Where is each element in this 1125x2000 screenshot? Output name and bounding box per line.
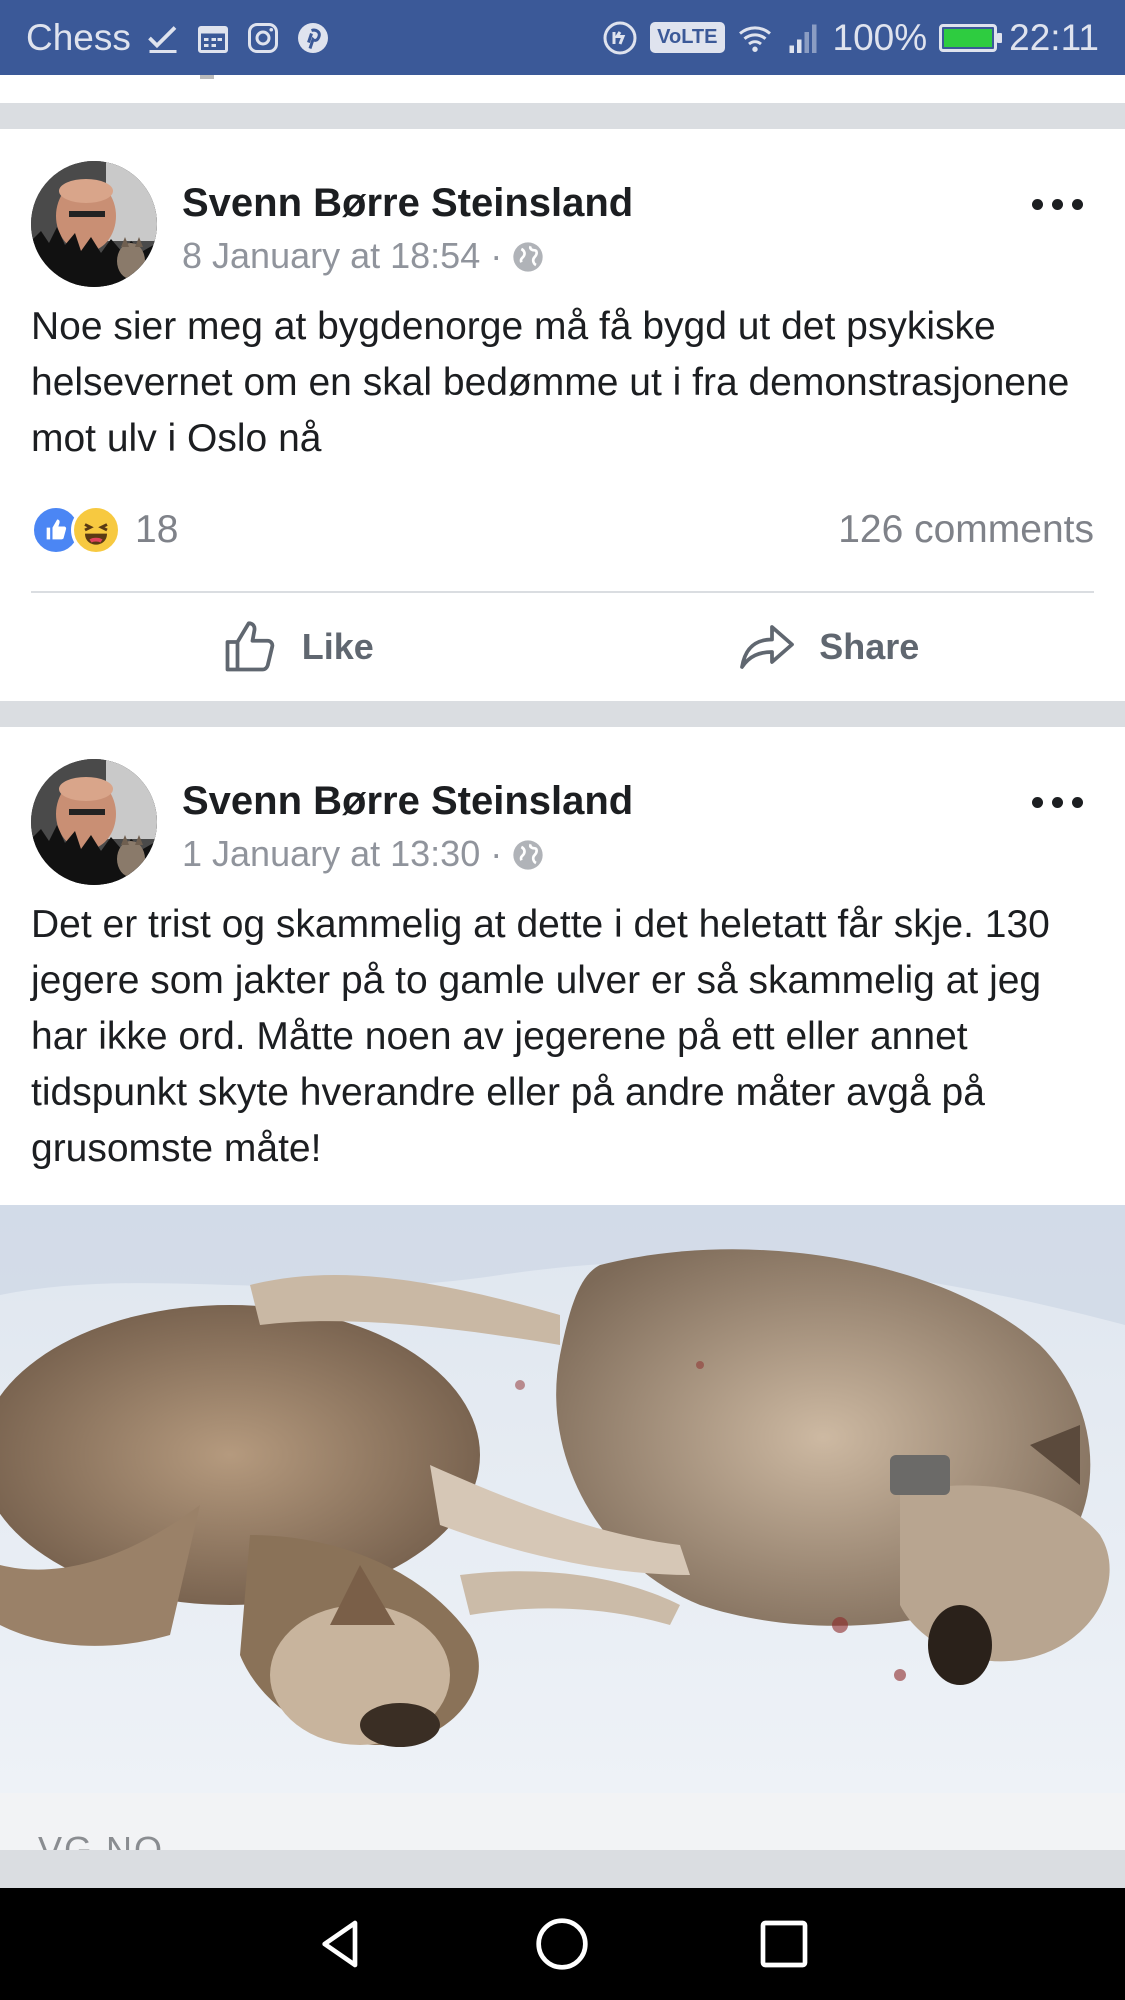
- post-author[interactable]: Svenn Børre Steinsland: [182, 181, 633, 226]
- post-date[interactable]: 8 January at 18:54: [182, 235, 480, 277]
- thumbs-up-icon: [225, 621, 274, 672]
- data-saver-icon: [602, 20, 638, 56]
- share-label: Share: [819, 626, 920, 667]
- post-meta: 1 January at 13:30 ·: [182, 833, 544, 875]
- instagram-icon: [245, 20, 281, 56]
- post-meta: 8 January at 18:54 ·: [182, 235, 544, 277]
- post-text: Noe sier meg at bygdenorge må få bygd ut…: [31, 305, 1070, 460]
- next-post-preview[interactable]: VG NO: [0, 1793, 1125, 1850]
- news-feed[interactable]: Svenn Børre Steinsland 8 January at 18:5…: [0, 75, 1125, 1850]
- calendar-icon: [195, 20, 231, 56]
- globe-icon: [512, 240, 544, 272]
- wifi-icon: [737, 20, 773, 56]
- status-bar: Chess VoLTE 100% 22:11: [0, 0, 1125, 75]
- feed-post: Svenn Børre Steinsland 1 January at 13:3…: [0, 727, 1125, 1793]
- comments-count-link[interactable]: 126 comments: [838, 508, 1094, 552]
- back-button[interactable]: [311, 1914, 371, 1974]
- post-actions: Like Share: [31, 591, 1094, 701]
- globe-icon: [512, 838, 544, 870]
- post-author[interactable]: Svenn Børre Steinsland: [182, 779, 633, 824]
- clock: 22:11: [1009, 16, 1099, 58]
- avatar[interactable]: [31, 161, 157, 287]
- haha-reaction-icon: [71, 505, 121, 555]
- like-label: Like: [301, 626, 374, 667]
- battery-percent: 100%: [832, 16, 928, 58]
- battery-icon: [939, 23, 1003, 52]
- post-text: Det er trist og skammelig at dette i det…: [31, 903, 1050, 1170]
- home-circle-icon: [536, 1918, 589, 1970]
- meta-separator: ·: [490, 833, 503, 874]
- check-download-icon: [145, 20, 181, 56]
- post-date[interactable]: 1 January at 13:30: [182, 833, 480, 875]
- recents-button[interactable]: [754, 1914, 814, 1974]
- pinterest-icon: [295, 20, 331, 56]
- next-post-hint: VG NO: [38, 1829, 165, 1850]
- reaction-count: 18: [135, 508, 179, 551]
- volte-badge: VoLTE: [650, 22, 725, 53]
- back-triangle-icon: [322, 1920, 358, 1968]
- post-header: Svenn Børre Steinsland 8 January at 18:5…: [0, 129, 1125, 287]
- more-options-button[interactable]: [1032, 787, 1083, 818]
- share-button[interactable]: Share: [563, 593, 1095, 701]
- meta-separator: ·: [490, 235, 503, 276]
- carrier-label: Chess: [26, 16, 131, 58]
- home-button[interactable]: [532, 1914, 592, 1974]
- avatar[interactable]: [31, 759, 157, 885]
- signal-icon: [785, 20, 821, 56]
- more-options-button[interactable]: [1032, 189, 1083, 220]
- reactions-bar[interactable]: 18 126 comments: [31, 495, 1094, 565]
- share-arrow-icon: [740, 625, 795, 669]
- android-nav-bar: [0, 1888, 1125, 2000]
- post-photo[interactable]: [0, 1205, 1125, 1793]
- post-header: Svenn Børre Steinsland 1 January at 13:3…: [0, 727, 1125, 885]
- like-button[interactable]: Like: [31, 593, 563, 701]
- feed-post: Svenn Børre Steinsland 8 January at 18:5…: [0, 129, 1125, 701]
- recents-square-icon: [760, 1920, 808, 1968]
